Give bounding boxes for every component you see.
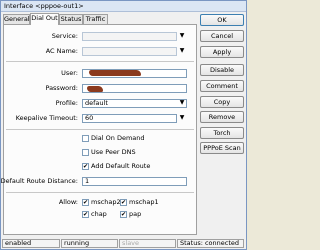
password-field[interactable] bbox=[82, 84, 187, 93]
pppoe-scan-button[interactable]: PPPoE Scan bbox=[200, 142, 244, 154]
ac-name-field[interactable] bbox=[82, 47, 177, 56]
allow-chap-label: chap bbox=[91, 210, 107, 218]
dial-on-demand-checkbox[interactable] bbox=[82, 135, 89, 142]
status-bar: enabled running slave Status: connected bbox=[1, 238, 246, 249]
default-route-distance-label: Default Route Distance: bbox=[0, 177, 78, 185]
redaction-scribble bbox=[89, 70, 141, 76]
ok-button[interactable]: OK bbox=[200, 14, 244, 26]
dial-on-demand-label: Dial On Demand bbox=[91, 134, 145, 142]
torch-button[interactable]: Torch bbox=[200, 127, 244, 139]
cancel-button[interactable]: Cancel bbox=[200, 30, 244, 42]
tab-dial-out[interactable]: Dial Out bbox=[30, 13, 59, 25]
keepalive-timeout-label: Keepalive Timeout: bbox=[15, 114, 78, 122]
status-enabled: enabled bbox=[2, 239, 60, 248]
keepalive-dropdown-icon[interactable]: ▼ bbox=[178, 114, 186, 123]
allow-mschap2-label: mschap2 bbox=[91, 198, 121, 206]
user-field[interactable] bbox=[82, 69, 187, 78]
use-peer-dns-label: Use Peer DNS bbox=[91, 148, 136, 156]
service-dropdown-icon[interactable]: ▼ bbox=[178, 32, 186, 41]
tab-status[interactable]: Status bbox=[59, 14, 83, 24]
password-label: Password: bbox=[45, 84, 78, 92]
status-running: running bbox=[61, 239, 118, 248]
allow-chap-checkbox[interactable]: ✔ bbox=[82, 211, 89, 218]
allow-mschap1-checkbox[interactable]: ✔ bbox=[120, 199, 127, 206]
profile-dropdown-icon[interactable]: ▼ bbox=[178, 99, 186, 108]
service-field[interactable] bbox=[82, 32, 177, 41]
status-connection: Status: connected bbox=[177, 239, 244, 248]
allow-pap-label: pap bbox=[129, 210, 142, 218]
allow-mschap2-checkbox[interactable]: ✔ bbox=[82, 199, 89, 206]
allow-pap-checkbox[interactable]: ✔ bbox=[120, 211, 127, 218]
separator bbox=[6, 192, 194, 193]
default-route-distance-field[interactable]: 1 bbox=[82, 177, 187, 186]
interface-window: Interface <pppoe-out1> General Dial Out … bbox=[0, 0, 247, 250]
title-bar: Interface <pppoe-out1> bbox=[1, 1, 246, 12]
window-title: Interface <pppoe-out1> bbox=[4, 2, 84, 10]
add-default-route-checkbox[interactable]: ✔ bbox=[82, 163, 89, 170]
apply-button[interactable]: Apply bbox=[200, 46, 244, 58]
dial-out-panel: Service: ▼ AC Name: ▼ User: Password: Pr… bbox=[0, 24, 197, 235]
redaction-scribble bbox=[87, 86, 103, 92]
separator bbox=[6, 129, 194, 130]
user-label: User: bbox=[61, 69, 78, 77]
copy-button[interactable]: Copy bbox=[200, 96, 244, 108]
status-slave: slave bbox=[119, 239, 176, 248]
allow-label: Allow: bbox=[58, 198, 78, 206]
keepalive-timeout-field[interactable]: 60 bbox=[82, 114, 177, 123]
allow-mschap1-label: mschap1 bbox=[129, 198, 159, 206]
remove-button[interactable]: Remove bbox=[200, 111, 244, 123]
profile-select[interactable]: default bbox=[82, 99, 187, 108]
tab-traffic[interactable]: Traffic bbox=[83, 14, 108, 24]
tab-general[interactable]: General bbox=[3, 14, 30, 24]
add-default-route-label: Add Default Route bbox=[91, 162, 151, 170]
disable-button[interactable]: Disable bbox=[200, 64, 244, 76]
ac-name-dropdown-icon[interactable]: ▼ bbox=[178, 47, 186, 56]
comment-button[interactable]: Comment bbox=[200, 80, 244, 92]
service-label: Service: bbox=[51, 32, 78, 40]
separator bbox=[6, 61, 194, 62]
use-peer-dns-checkbox[interactable] bbox=[82, 149, 89, 156]
profile-label: Profile: bbox=[55, 99, 78, 107]
ac-name-label: AC Name: bbox=[45, 47, 78, 55]
